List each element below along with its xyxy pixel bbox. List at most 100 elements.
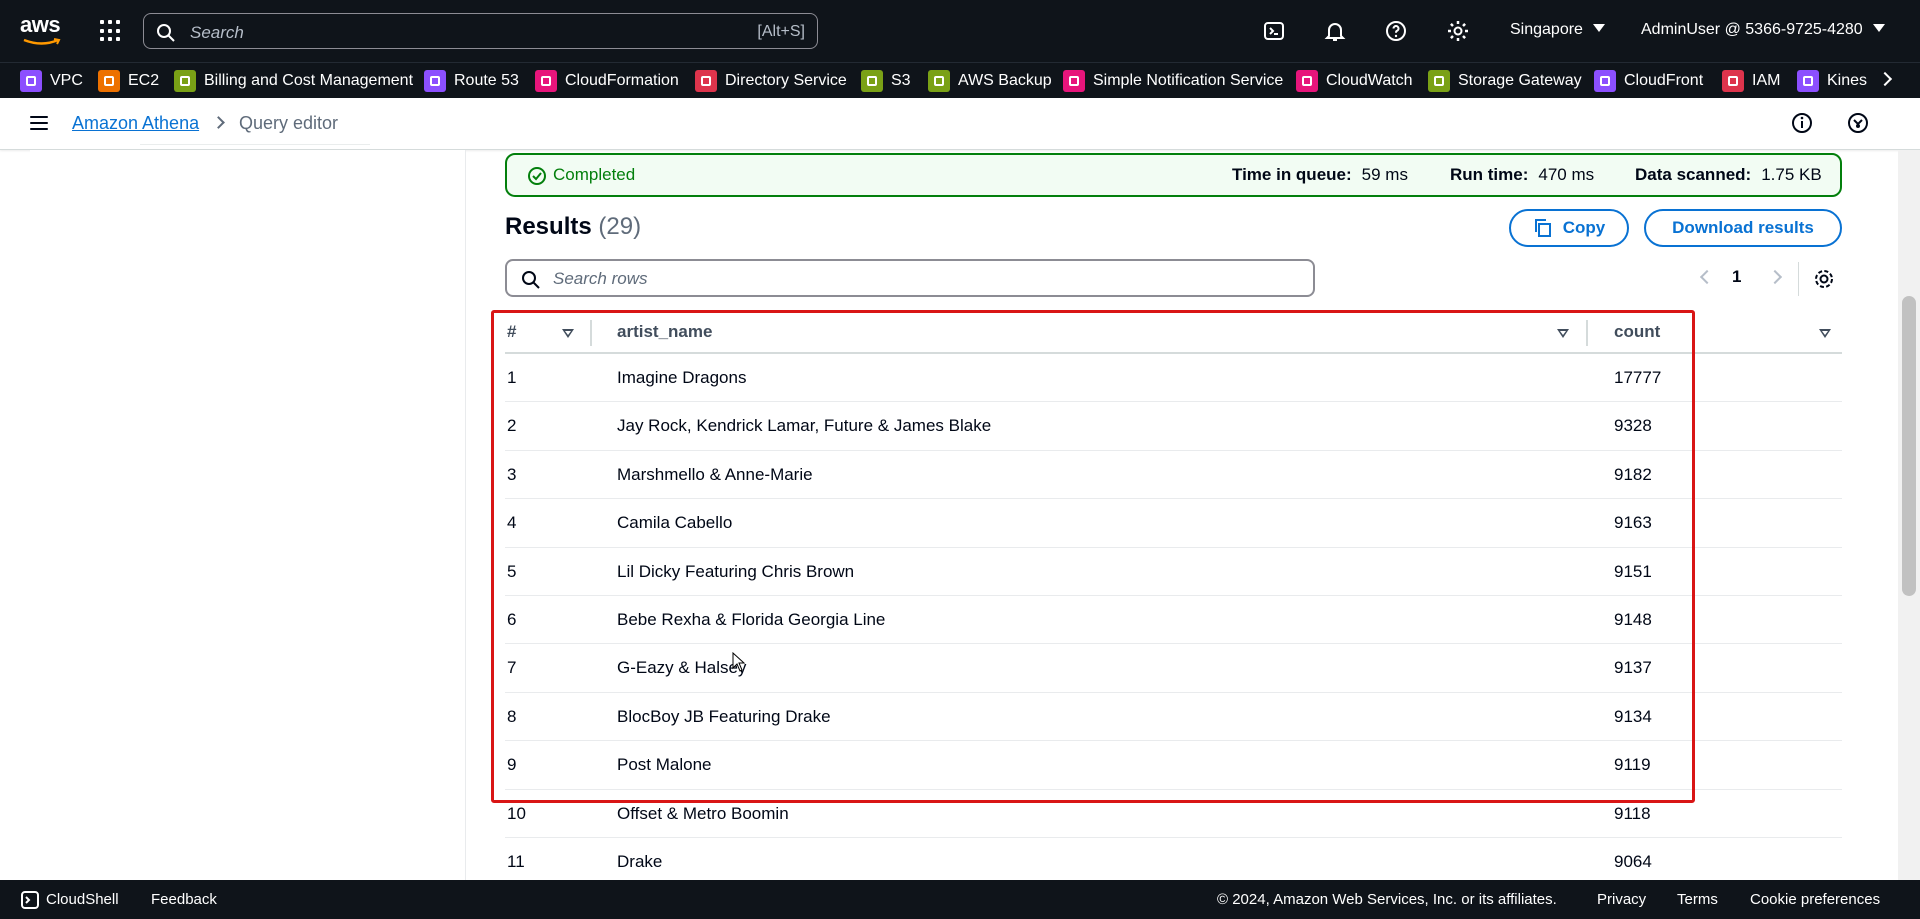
footer-feedback[interactable]: Feedback (151, 891, 217, 908)
s3-icon (861, 70, 883, 92)
page-number[interactable]: 1 (1732, 267, 1741, 287)
favorite-storage-gateway[interactable]: Storage Gateway (1428, 68, 1582, 94)
cloudformation-icon (535, 70, 557, 92)
metric-value: 470 ms (1538, 165, 1595, 184)
favorite-iam[interactable]: IAM (1722, 68, 1780, 94)
column-header-artist-name[interactable]: artist_name (617, 322, 712, 342)
sort-icon[interactable] (1557, 329, 1569, 338)
favorite-label: Kines (1827, 72, 1868, 89)
cell-artist-name: BlocBoy JB Featuring Drake (617, 706, 831, 726)
gear-icon[interactable] (1812, 267, 1836, 291)
sort-icon[interactable] (562, 329, 574, 338)
download-results-button[interactable]: Download results (1644, 209, 1842, 247)
metric-label: Run time: (1450, 165, 1529, 184)
table-row[interactable]: 6 Bebe Rexha & Florida Georgia Line 9148 (505, 596, 1842, 645)
cell-artist-name: Post Malone (617, 755, 712, 775)
breadcrumb-header: Amazon Athena Query editor (0, 98, 1920, 150)
table-row[interactable]: 1 Imagine Dragons 17777 (505, 354, 1842, 403)
bell-icon[interactable] (1323, 19, 1347, 43)
table-row[interactable]: 2 Jay Rock, Kendrick Lamar, Future & Jame… (505, 402, 1842, 451)
column-header-index[interactable]: # (507, 322, 516, 342)
cell-count: 9328 (1614, 416, 1652, 436)
cell-artist-name: Jay Rock, Kendrick Lamar, Future & James… (617, 416, 992, 436)
cell-artist-name: Imagine Dragons (617, 368, 747, 387)
help-icon[interactable] (1384, 19, 1408, 43)
scrollbar[interactable] (1898, 150, 1920, 880)
table-row[interactable]: 3 Marshmello & Anne-Marie 9182 (505, 451, 1842, 500)
favorite-label: Route 53 (454, 72, 519, 89)
cloudshell-icon[interactable] (1262, 19, 1286, 43)
favorite-cloudfront[interactable]: CloudFront (1594, 68, 1703, 94)
region-label: Singapore (1510, 21, 1583, 38)
chevron-right-icon[interactable] (1877, 71, 1893, 87)
search-icon (157, 24, 175, 42)
favorite-cloudwatch[interactable]: CloudWatch (1296, 68, 1413, 94)
chevron-left-icon[interactable] (1699, 269, 1715, 285)
breadcrumb-athena[interactable]: Amazon Athena (72, 113, 199, 134)
scrollbar-thumb[interactable] (1902, 296, 1916, 596)
column-resizer[interactable] (590, 320, 592, 346)
footer-cookie-preferences[interactable]: Cookie preferences (1750, 891, 1880, 908)
favorite-directory-service[interactable]: Directory Service (695, 68, 847, 94)
cell-index: 5 (507, 561, 517, 581)
cell-index: 8 (507, 706, 517, 726)
download-label: Download results (1672, 218, 1814, 237)
sort-icon[interactable] (1819, 329, 1831, 338)
favorite-label: Simple Notification Service (1093, 72, 1284, 89)
footer-copyright: © 2024, Amazon Web Services, Inc. or its… (1217, 891, 1557, 908)
cell-index: 1 (507, 368, 517, 387)
info-icon[interactable] (1791, 112, 1813, 134)
cell-count: 9119 (1614, 755, 1651, 775)
table-row[interactable]: 10 Offset & Metro Boomin 9118 (505, 790, 1842, 838)
table-row[interactable]: 4 Camila Cabello 9163 (505, 499, 1842, 548)
favorite-route53[interactable]: Route 53 (424, 68, 519, 94)
favorite-billing[interactable]: Billing and Cost Management (174, 68, 413, 94)
aws-backup-icon (928, 70, 950, 92)
storage-gateway-icon (1428, 70, 1450, 92)
region-selector[interactable]: Singapore (1510, 21, 1605, 39)
copy-icon (1534, 219, 1551, 237)
favorite-label: Directory Service (725, 72, 847, 89)
favorite-sns[interactable]: Simple Notification Service (1063, 68, 1283, 94)
hamburger-menu-icon[interactable] (30, 116, 48, 130)
status-text: Completed (553, 165, 636, 184)
aws-logo[interactable]: aws (20, 14, 64, 45)
copy-button[interactable]: Copy (1509, 209, 1629, 247)
column-resizer[interactable] (1586, 320, 1588, 346)
column-header-count[interactable]: count (1614, 322, 1660, 342)
footer: CloudShell Feedback © 2024, Amazon Web S… (0, 880, 1920, 919)
cell-index: 2 (507, 416, 517, 436)
footer-privacy[interactable]: Privacy (1597, 891, 1646, 908)
footer-cloudshell[interactable]: CloudShell (46, 891, 119, 908)
favorite-ec2[interactable]: EC2 (98, 68, 159, 94)
footer-terms[interactable]: Terms (1677, 891, 1718, 908)
results-title: Results (505, 213, 592, 240)
favorite-label: EC2 (128, 72, 160, 89)
time-in-queue: Time in queue: 59 ms (1232, 165, 1408, 185)
divider (140, 144, 370, 158)
chevron-right-icon (212, 116, 225, 129)
vpc-icon (20, 70, 42, 92)
favorite-vpc[interactable]: VPC (20, 68, 83, 94)
global-search-input[interactable]: Search [Alt+S] (143, 13, 818, 49)
favorite-cloudformation[interactable]: CloudFormation (535, 68, 679, 94)
tools-panel-icon[interactable] (1847, 112, 1869, 134)
cell-index: 10 (507, 803, 526, 823)
favorite-kinesis[interactable]: Kines (1797, 68, 1867, 94)
gear-icon[interactable] (1446, 19, 1470, 43)
chevron-right-icon[interactable] (1767, 269, 1783, 285)
caret-down-icon (1592, 24, 1605, 32)
table-row[interactable]: 5 Lil Dicky Featuring Chris Brown 9151 (505, 548, 1842, 596)
account-menu[interactable]: AdminUser @ 5366-9725-4280 (1641, 21, 1885, 39)
cell-count: 9064 (1614, 851, 1652, 871)
table-row[interactable]: 9 Post Malone 9119 (505, 741, 1842, 790)
search-placeholder: Search (190, 23, 244, 42)
cloudshell-icon[interactable] (20, 890, 40, 910)
cell-index: 4 (507, 513, 517, 533)
table-row[interactable]: 7 G-Eazy & Halsey 9137 (505, 644, 1842, 693)
search-rows-input[interactable]: Search rows (505, 259, 1315, 297)
favorite-s3[interactable]: S3 (861, 68, 911, 94)
favorite-aws-backup[interactable]: AWS Backup (928, 68, 1052, 94)
services-grid-icon[interactable] (100, 20, 122, 42)
table-row[interactable]: 8 BlocBoy JB Featuring Drake 9134 (505, 693, 1842, 742)
